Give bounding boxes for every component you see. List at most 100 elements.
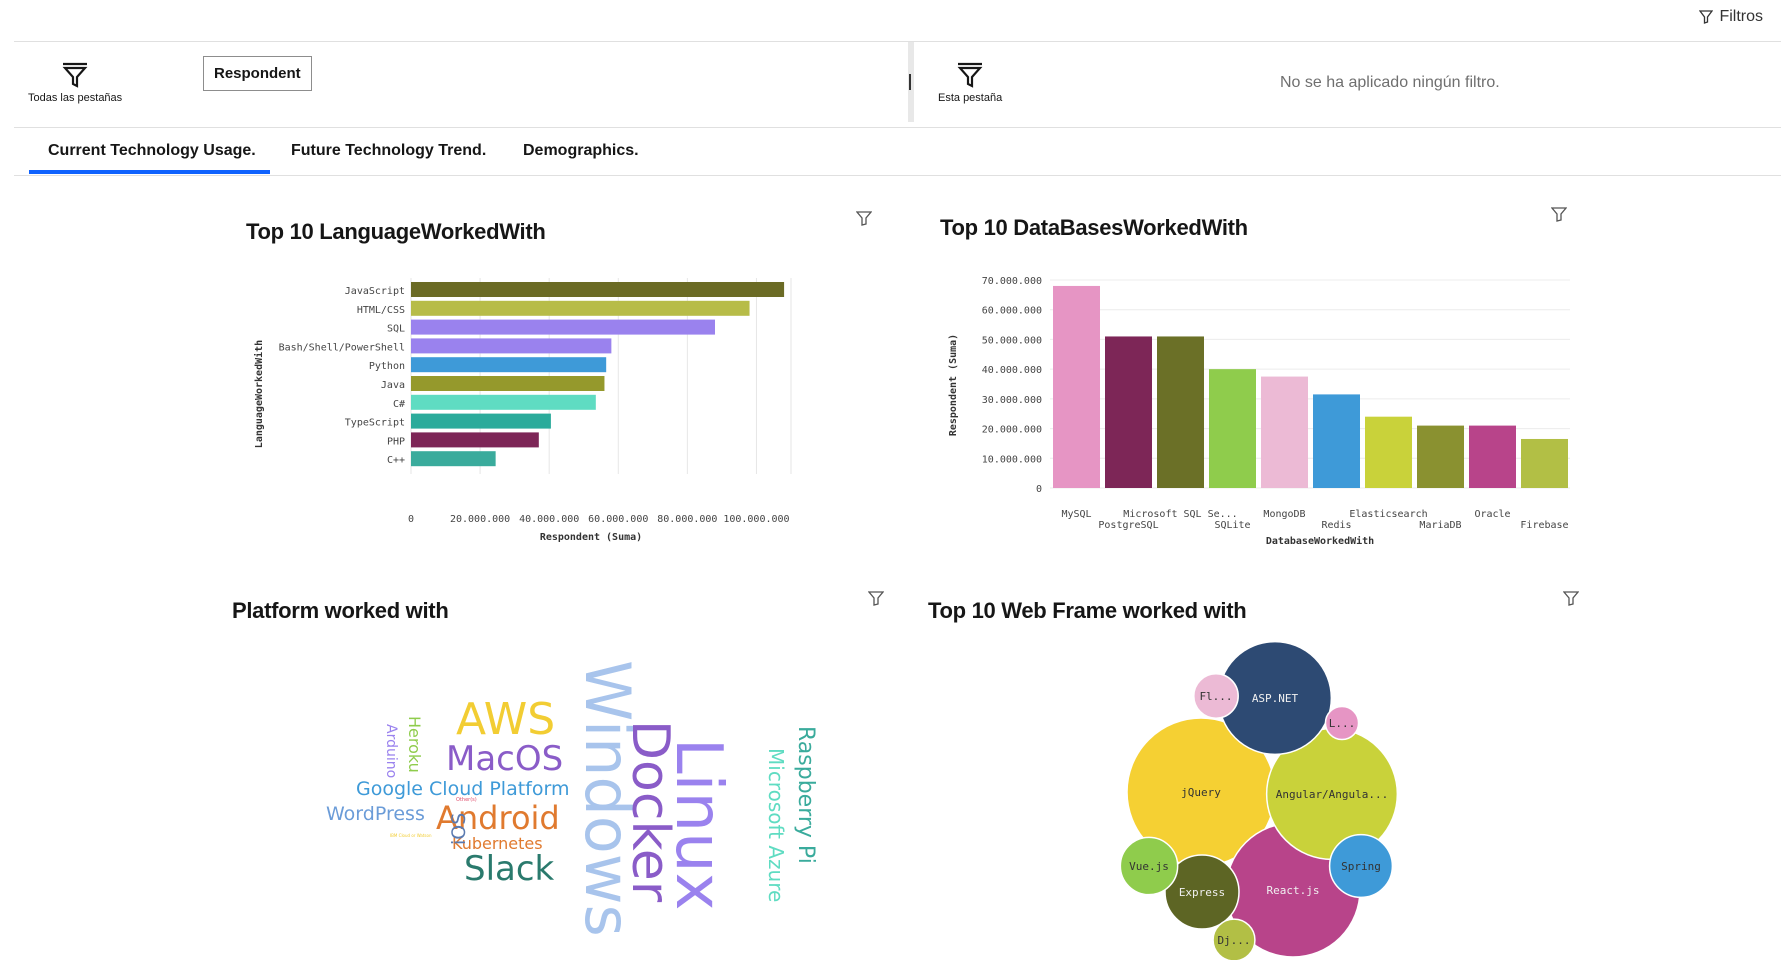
y-tick-label: 20.000.000 <box>982 425 1042 436</box>
word-cloud-word: iOS <box>448 812 470 845</box>
filters-label: Filtros <box>1719 8 1763 25</box>
x-axis-label: DatabaseWorkedWith <box>1266 535 1374 547</box>
filters-button[interactable]: Filtros <box>1699 8 1763 26</box>
lang-chart-title: Top 10 LanguageWorkedWith <box>246 219 546 244</box>
category-label: JavaScript <box>345 286 405 297</box>
webframe-bubble-chart: jQuery React.js Angular/Angula... ASP.NET Ex… <box>1119 640 1399 960</box>
category-label: MySQL <box>1061 509 1091 520</box>
database-bar-chart: 0 10.000.000 20.000.000 30.000.000 40.000.00… <box>948 276 1570 547</box>
category-label: Java <box>381 380 405 391</box>
x-tick-label: 20.000.000 <box>450 514 510 525</box>
filter-icon <box>1699 10 1714 24</box>
bubble-label: Fl... <box>1199 690 1232 703</box>
x-tick-label: 0 <box>408 514 414 525</box>
bubble-label: Vue.js <box>1129 860 1169 873</box>
bar <box>411 338 612 354</box>
this-tab-label: Esta pestaña <box>938 92 1003 104</box>
bar <box>1105 336 1152 488</box>
bar <box>411 451 496 467</box>
all-tabs-filter-button[interactable]: Todas las pestañas <box>28 62 122 104</box>
funnel-icon <box>62 62 88 88</box>
respondent-chip[interactable]: Respondent <box>203 56 312 91</box>
bubble-label: Express <box>1179 886 1225 899</box>
bar <box>1417 425 1464 488</box>
bar <box>411 394 596 410</box>
y-tick-label: 0 <box>1036 484 1042 495</box>
y-tick-label: 10.000.000 <box>982 454 1042 465</box>
web-chart-title: Top 10 Web Frame worked with <box>928 598 1247 623</box>
x-tick-label: 100.000.000 <box>723 514 789 525</box>
filter-bar: Todas las pestañas Respondent Esta pesta… <box>0 42 1781 127</box>
bar <box>411 282 785 297</box>
x-tick-label: 60.000.000 <box>588 514 648 525</box>
bar <box>1053 285 1100 488</box>
word-cloud-word: Slack <box>464 849 555 889</box>
bar <box>1209 369 1256 488</box>
word-cloud-word: Raspberry Pi <box>793 726 818 864</box>
bubble-label: React.js <box>1267 884 1320 897</box>
word-cloud-word: MacOS <box>446 739 564 779</box>
bar <box>1261 376 1308 488</box>
tab-future-technology[interactable]: Future Technology Trend. <box>291 142 486 160</box>
category-label: MongoDB <box>1263 509 1305 520</box>
category-label: Microsoft SQL Se... <box>1123 509 1237 520</box>
no-filter-text: No se ha aplicado ningún filtro. <box>1280 74 1500 91</box>
y-tick-label: 60.000.000 <box>982 306 1042 317</box>
category-label: SQLite <box>1214 520 1250 531</box>
bubble-label: jQuery <box>1181 786 1221 799</box>
category-label: SQL <box>387 324 405 335</box>
category-label: Redis <box>1321 520 1351 531</box>
y-tick-label: 30.000.000 <box>982 395 1042 406</box>
this-tab-filter-button[interactable]: Esta pestaña <box>938 62 1002 104</box>
bubble-label: Dj... <box>1217 934 1250 947</box>
category-label: C++ <box>387 455 405 466</box>
tab-current-technology[interactable]: Current Technology Usage. <box>48 142 256 160</box>
bar <box>411 300 750 316</box>
category-label: C# <box>393 399 405 410</box>
widget-filter-icon[interactable] <box>868 590 884 606</box>
category-label: Bash/Shell/PowerShell <box>279 342 405 353</box>
platform-word-cloud: Windows Linux Docker AWS MacOS Android Slack Mi… <box>300 650 820 960</box>
category-label: TypeScript <box>345 418 405 429</box>
platform-chart-title: Platform worked with <box>232 598 449 623</box>
bar <box>411 357 607 373</box>
x-axis-label: Respondent (Suma) <box>540 532 642 543</box>
category-label: Oracle <box>1474 509 1510 520</box>
bar <box>411 432 539 448</box>
bar <box>1365 416 1412 488</box>
bubble-label: Spring <box>1341 860 1381 873</box>
x-tick-label: 80.000.000 <box>657 514 717 525</box>
y-axis-label: Respondent (Suma) <box>948 334 959 436</box>
bar <box>411 319 715 335</box>
tab-bar: Current Technology Usage. Future Technol… <box>0 128 1781 176</box>
tab-demographics[interactable]: Demographics. <box>523 142 639 160</box>
language-bar-chart: 0 20.000.000 40.000.000 60.000.000 80.000.00… <box>253 278 792 543</box>
word-cloud-word: Heroku <box>405 716 424 773</box>
category-label: Firebase <box>1520 520 1568 531</box>
bubble-label: ASP.NET <box>1252 692 1299 705</box>
bubble-label: L... <box>1329 717 1356 730</box>
widget-filter-icon[interactable] <box>1551 206 1567 222</box>
word-cloud-word: Microsoft Azure <box>764 748 788 903</box>
category-label: Elasticsearch <box>1349 509 1427 520</box>
resize-handle[interactable] <box>909 74 911 90</box>
bar <box>1469 425 1516 488</box>
db-chart-title: Top 10 DataBasesWorkedWith <box>940 215 1248 240</box>
bar <box>1157 336 1204 488</box>
bar <box>411 376 605 391</box>
y-tick-label: 50.000.000 <box>982 335 1042 346</box>
widget-filter-icon[interactable] <box>1563 590 1579 606</box>
x-tick-label: 40.000.000 <box>519 514 579 525</box>
category-label: Python <box>369 361 405 372</box>
top-bar: Filtros <box>0 0 1781 40</box>
y-axis-label: LanguageWorkedWith <box>253 340 265 448</box>
word-cloud-word: IBM Cloud or Watson <box>390 833 432 838</box>
widget-filter-icon[interactable] <box>856 210 872 226</box>
word-cloud-word: Other(s) <box>456 797 477 803</box>
y-tick-label: 70.000.000 <box>982 276 1042 287</box>
word-cloud-word: AWS <box>456 694 556 745</box>
category-label: PostgreSQL <box>1098 520 1158 531</box>
active-tab-indicator <box>29 170 270 174</box>
bubble-label: Angular/Angula... <box>1276 788 1389 801</box>
all-tabs-label: Todas las pestañas <box>28 92 123 104</box>
